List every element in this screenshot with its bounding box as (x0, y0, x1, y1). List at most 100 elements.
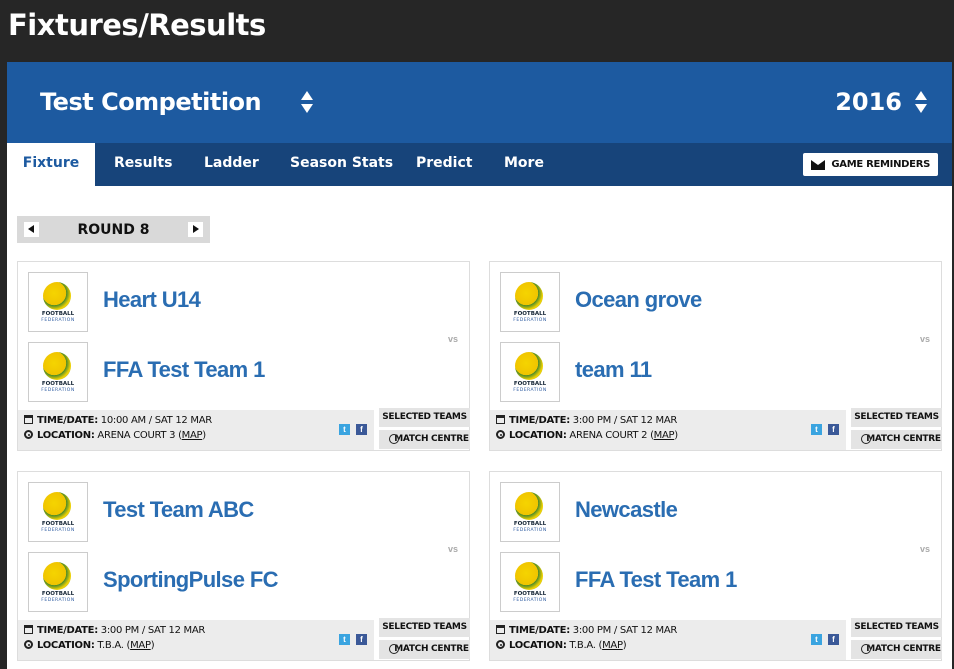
selected-teams-button[interactable]: SELECTED TEAMS (851, 408, 942, 427)
page-title: Fixtures/Results (8, 8, 266, 42)
football-logo-icon (515, 352, 543, 380)
round-navigator: ROUND 8 (17, 216, 210, 243)
location-line: LOCATION: T.B.A. (MAP) (24, 640, 155, 651)
facebook-icon[interactable]: f (356, 634, 367, 645)
tab-more[interactable]: More (504, 143, 544, 186)
competition-name[interactable]: Test Competition (40, 88, 262, 116)
location-line: LOCATION: T.B.A. (MAP) (496, 640, 627, 651)
calendar-icon (24, 415, 33, 424)
year-select-icon[interactable] (914, 91, 928, 115)
football-logo-icon (515, 282, 543, 310)
home-team-name[interactable]: Heart U14 (103, 287, 201, 313)
match-info-bar: TIME/DATE: 3:00 PM / SAT 12 MAR LOCATION… (490, 620, 846, 660)
time-date-value: 3:00 PM / SAT 12 MAR (572, 415, 678, 426)
twitter-icon[interactable]: t (339, 424, 350, 435)
away-team-name[interactable]: team 11 (575, 357, 652, 383)
logo-caption: FOOTBALL (513, 311, 547, 317)
selected-teams-button[interactable]: SELECTED TEAMS (379, 408, 470, 427)
match-card: FOOTBALL FEDERATION Newcastle vs FOOTBAL… (489, 471, 942, 661)
selected-teams-button[interactable]: SELECTED TEAMS (379, 618, 470, 637)
location-line: LOCATION: ARENA COURT 2 (MAP) (496, 430, 678, 441)
location-value: T.B.A. (97, 640, 124, 651)
match-centre-button[interactable]: MATCH CENTRE (379, 430, 470, 449)
tab-predict[interactable]: Predict (416, 143, 472, 186)
location-label: LOCATION: (509, 430, 567, 441)
vs-label: vs (447, 334, 458, 344)
location-label: LOCATION: (37, 430, 95, 441)
location-label: LOCATION: (37, 640, 95, 651)
location-label: LOCATION: (509, 640, 567, 651)
twitter-icon[interactable]: t (811, 634, 822, 645)
away-team[interactable]: FOOTBALL FEDERATION FFA Test Team 1 (500, 552, 800, 612)
location-pin-icon (496, 640, 505, 649)
away-team[interactable]: FOOTBALL FEDERATION team 11 (500, 342, 800, 402)
tab-season-stats[interactable]: Season Stats (290, 143, 393, 186)
game-reminders-button[interactable]: GAME REMINDERS (803, 153, 938, 176)
map-link[interactable]: MAP (130, 640, 151, 651)
time-date-value: 3:00 PM / SAT 12 MAR (572, 625, 678, 636)
vs-label: vs (919, 334, 930, 344)
team-logo: FOOTBALL FEDERATION (500, 482, 560, 542)
team-logo: FOOTBALL FEDERATION (28, 342, 88, 402)
competition-bar: Test Competition 2016 (7, 62, 952, 143)
home-team[interactable]: FOOTBALL FEDERATION Heart U14 (28, 272, 328, 332)
season-year[interactable]: 2016 (835, 88, 902, 116)
football-logo-icon (515, 562, 543, 590)
time-date-line: TIME/DATE: 3:00 PM / SAT 12 MAR (24, 625, 205, 636)
facebook-icon[interactable]: f (356, 424, 367, 435)
calendar-icon (496, 415, 505, 424)
away-team-name[interactable]: SportingPulse FC (103, 567, 279, 593)
home-team[interactable]: FOOTBALL FEDERATION Newcastle (500, 482, 800, 542)
football-logo-icon (43, 282, 71, 310)
team-logo: FOOTBALL FEDERATION (500, 552, 560, 612)
fixtures-panel: Test Competition 2016 Fixture Results La… (7, 62, 952, 669)
match-card: FOOTBALL FEDERATION Ocean grove vs FOOTB… (489, 261, 942, 451)
away-team-name[interactable]: FFA Test Team 1 (103, 357, 265, 383)
tab-bar: Fixture Results Ladder Season Stats Pred… (7, 143, 952, 186)
time-date-line: TIME/DATE: 3:00 PM / SAT 12 MAR (496, 625, 677, 636)
match-info-bar: TIME/DATE: 10:00 AM / SAT 12 MAR LOCATIO… (18, 410, 374, 450)
football-logo-icon (43, 562, 71, 590)
tab-ladder[interactable]: Ladder (204, 143, 259, 186)
location-value: ARENA COURT 2 (569, 430, 648, 441)
home-team[interactable]: FOOTBALL FEDERATION Ocean grove (500, 272, 800, 332)
location-pin-icon (24, 640, 33, 649)
stopwatch-icon (861, 434, 871, 444)
logo-subcaption: FEDERATION (41, 598, 75, 603)
logo-caption: FOOTBALL (513, 381, 547, 387)
logo-subcaption: FEDERATION (41, 318, 75, 323)
match-card: FOOTBALL FEDERATION Heart U14 vs FOOTBAL… (17, 261, 470, 451)
football-logo-icon (515, 492, 543, 520)
tab-fixture[interactable]: Fixture (7, 143, 95, 186)
next-round-button[interactable] (188, 222, 203, 237)
twitter-icon[interactable]: t (339, 634, 350, 645)
away-team[interactable]: FOOTBALL FEDERATION SportingPulse FC (28, 552, 328, 612)
calendar-icon (24, 625, 33, 634)
selected-teams-button[interactable]: SELECTED TEAMS (851, 618, 942, 637)
competition-select-icon[interactable] (300, 91, 314, 115)
map-link[interactable]: MAP (182, 430, 203, 441)
away-team-name[interactable]: FFA Test Team 1 (575, 567, 737, 593)
stopwatch-icon (389, 644, 399, 654)
time-date-value: 10:00 AM / SAT 12 MAR (100, 415, 212, 426)
map-link[interactable]: MAP (602, 640, 623, 651)
location-value: ARENA COURT 3 (97, 430, 176, 441)
facebook-icon[interactable]: f (828, 634, 839, 645)
home-team-name[interactable]: Ocean grove (575, 287, 702, 313)
stopwatch-icon (389, 434, 399, 444)
twitter-icon[interactable]: t (811, 424, 822, 435)
home-team-name[interactable]: Newcastle (575, 497, 678, 523)
location-pin-icon (496, 430, 505, 439)
match-centre-button[interactable]: MATCH CENTRE (379, 640, 470, 659)
facebook-icon[interactable]: f (828, 424, 839, 435)
map-link[interactable]: MAP (654, 430, 675, 441)
time-date-label: TIME/DATE: (37, 415, 98, 426)
home-team[interactable]: FOOTBALL FEDERATION Test Team ABC (28, 482, 328, 542)
tab-results[interactable]: Results (114, 143, 172, 186)
team-logo: FOOTBALL FEDERATION (28, 552, 88, 612)
time-date-line: TIME/DATE: 3:00 PM / SAT 12 MAR (496, 415, 677, 426)
match-centre-button[interactable]: MATCH CENTRE (851, 640, 942, 659)
match-centre-button[interactable]: MATCH CENTRE (851, 430, 942, 449)
home-team-name[interactable]: Test Team ABC (103, 497, 254, 523)
away-team[interactable]: FOOTBALL FEDERATION FFA Test Team 1 (28, 342, 328, 402)
